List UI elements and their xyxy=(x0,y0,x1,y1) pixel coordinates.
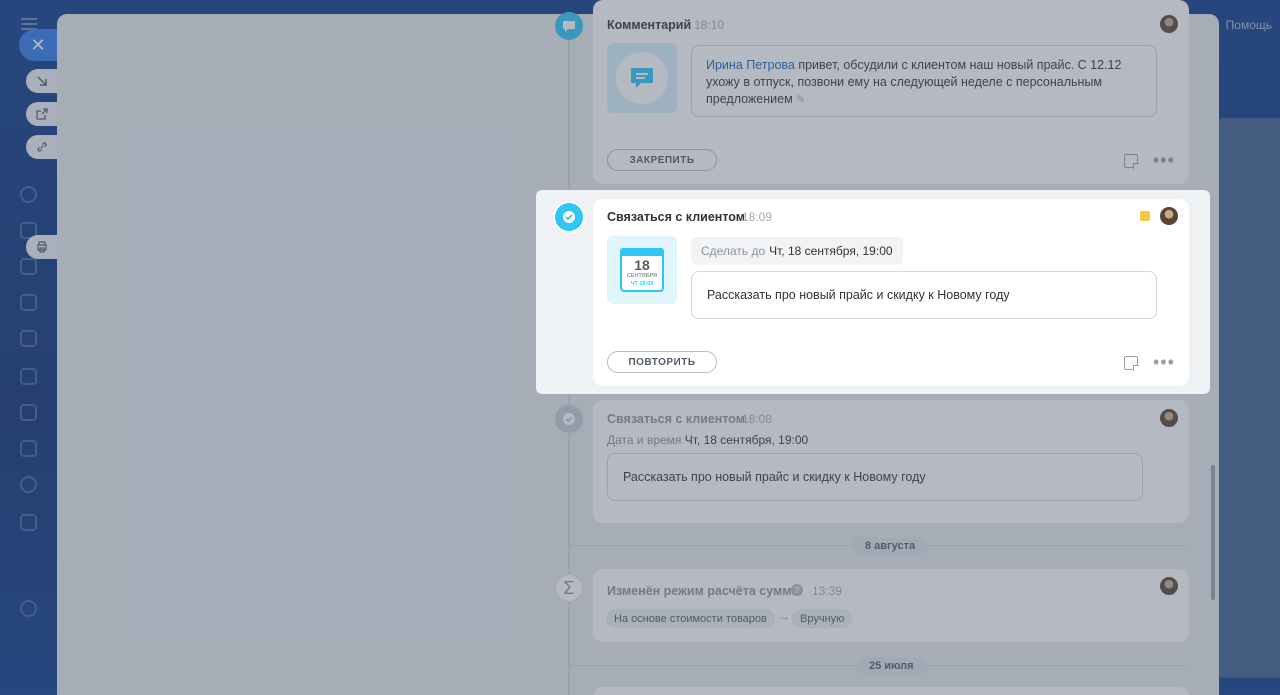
date-separator: 8 августа xyxy=(852,537,929,555)
card-time: 18:10 xyxy=(694,18,725,32)
background-panel xyxy=(1216,118,1280,678)
calendar-icon[interactable] xyxy=(20,294,37,311)
comment-text: Ирина Петрова привет, обсудили с клиенто… xyxy=(691,45,1157,117)
calendar-time: ЧТ 19:00 xyxy=(630,281,654,287)
deadline-label: Сделать до xyxy=(701,244,766,258)
print-button[interactable] xyxy=(26,235,57,259)
avatar[interactable] xyxy=(1160,15,1178,33)
close-icon: ✕ xyxy=(30,34,46,55)
done-task-timeline-icon xyxy=(555,405,583,433)
avatar[interactable] xyxy=(1160,577,1178,595)
card-title: Комментарий xyxy=(607,18,692,32)
repeat-button[interactable]: ПОВТОРИТЬ xyxy=(607,351,717,373)
mention-link[interactable]: Ирина Петрова xyxy=(706,58,795,72)
rail-icon[interactable] xyxy=(20,404,37,421)
date-separator: 25 июля xyxy=(856,657,927,675)
note-icon[interactable] xyxy=(1124,356,1139,371)
deadline-chip[interactable]: Сделать до Чт, 18 сентября, 19:00 xyxy=(691,237,903,265)
rail-icon[interactable] xyxy=(20,514,37,531)
calendar-icon: 18 СЕНТЯБРЯ ЧТ 19:00 xyxy=(620,248,664,292)
arrow-right-icon: → xyxy=(779,611,790,623)
mail-icon[interactable] xyxy=(20,440,37,457)
rail-icon[interactable] xyxy=(20,186,37,203)
to-tag: Вручную xyxy=(792,609,853,628)
calendar-illustration: 18 СЕНТЯБРЯ ЧТ 19:00 xyxy=(607,236,677,304)
more-icon[interactable]: ••• xyxy=(1153,353,1175,371)
close-slider-button[interactable]: ✕ xyxy=(19,29,57,61)
task-description: Рассказать про новый прайс и скидку к Но… xyxy=(607,453,1143,501)
pin-button[interactable]: ЗАКРЕПИТЬ xyxy=(607,149,717,171)
link-icon xyxy=(36,142,47,152)
edit-icon[interactable]: ✎ xyxy=(796,94,805,106)
card-time: 18:08 xyxy=(742,412,773,426)
comment-bubble-icon xyxy=(616,52,668,104)
card-time: 18:09 xyxy=(742,210,773,224)
deadline-value: Чт, 18 сентября, 19:00 xyxy=(769,244,893,258)
datetime-label: Дата и время xyxy=(607,433,682,447)
comment-illustration xyxy=(607,43,677,113)
comment-card: Комментарий 18:10 Ирина Петрова привет, … xyxy=(593,0,1189,184)
next-card xyxy=(593,687,1189,695)
calendar-day: 18 xyxy=(634,257,650,273)
help-link[interactable]: Помощь xyxy=(1226,18,1272,32)
task-description: Рассказать про новый прайс и скидку к Но… xyxy=(691,271,1157,319)
card-title: Связаться с клиентом xyxy=(607,210,746,224)
sigma-icon: Σ xyxy=(555,574,583,602)
calendar-month: СЕНТЯБРЯ xyxy=(626,273,658,279)
settings-icon[interactable] xyxy=(20,600,37,617)
datetime-value: Чт, 18 сентября, 19:00 xyxy=(684,433,809,447)
external-link-icon xyxy=(35,108,48,120)
comment-timeline-icon xyxy=(555,12,583,40)
arrow-down-right-icon xyxy=(36,76,47,86)
open-new-window-button[interactable] xyxy=(26,102,57,126)
datetime-row: Дата и время Чт, 18 сентября, 19:00 xyxy=(607,433,808,447)
card-title: Связаться с клиентом xyxy=(607,412,746,426)
card-time: 13:39 xyxy=(812,584,843,598)
task-timeline-icon xyxy=(555,203,583,231)
active-task-card: Связаться с клиентом 18:09 18 СЕНТЯБРЯ Ч… xyxy=(593,199,1189,386)
avatar[interactable] xyxy=(1160,207,1178,225)
done-task-card: Связаться с клиентом 18:08 Дата и время … xyxy=(593,400,1189,523)
scrollbar[interactable] xyxy=(1211,465,1215,600)
more-icon[interactable]: ••• xyxy=(1153,151,1175,169)
copy-link-button[interactable] xyxy=(26,135,57,159)
document-icon[interactable] xyxy=(20,368,37,385)
rail-icon[interactable] xyxy=(20,330,37,347)
avatar[interactable] xyxy=(1160,409,1178,427)
rail-icon[interactable] xyxy=(20,258,37,275)
from-tag: На основе стоимости товаров xyxy=(606,609,775,628)
sum-mode-card: Изменён режим расчёта суммы ? 13:39 На о… xyxy=(593,569,1189,642)
card-title: Изменён режим расчёта суммы xyxy=(607,584,803,598)
status-flag[interactable] xyxy=(1140,211,1150,221)
printer-icon xyxy=(36,241,47,253)
help-icon[interactable]: ? xyxy=(791,584,803,596)
contacts-icon[interactable] xyxy=(20,476,37,493)
minimize-button[interactable] xyxy=(26,69,57,93)
note-icon[interactable] xyxy=(1124,154,1139,169)
